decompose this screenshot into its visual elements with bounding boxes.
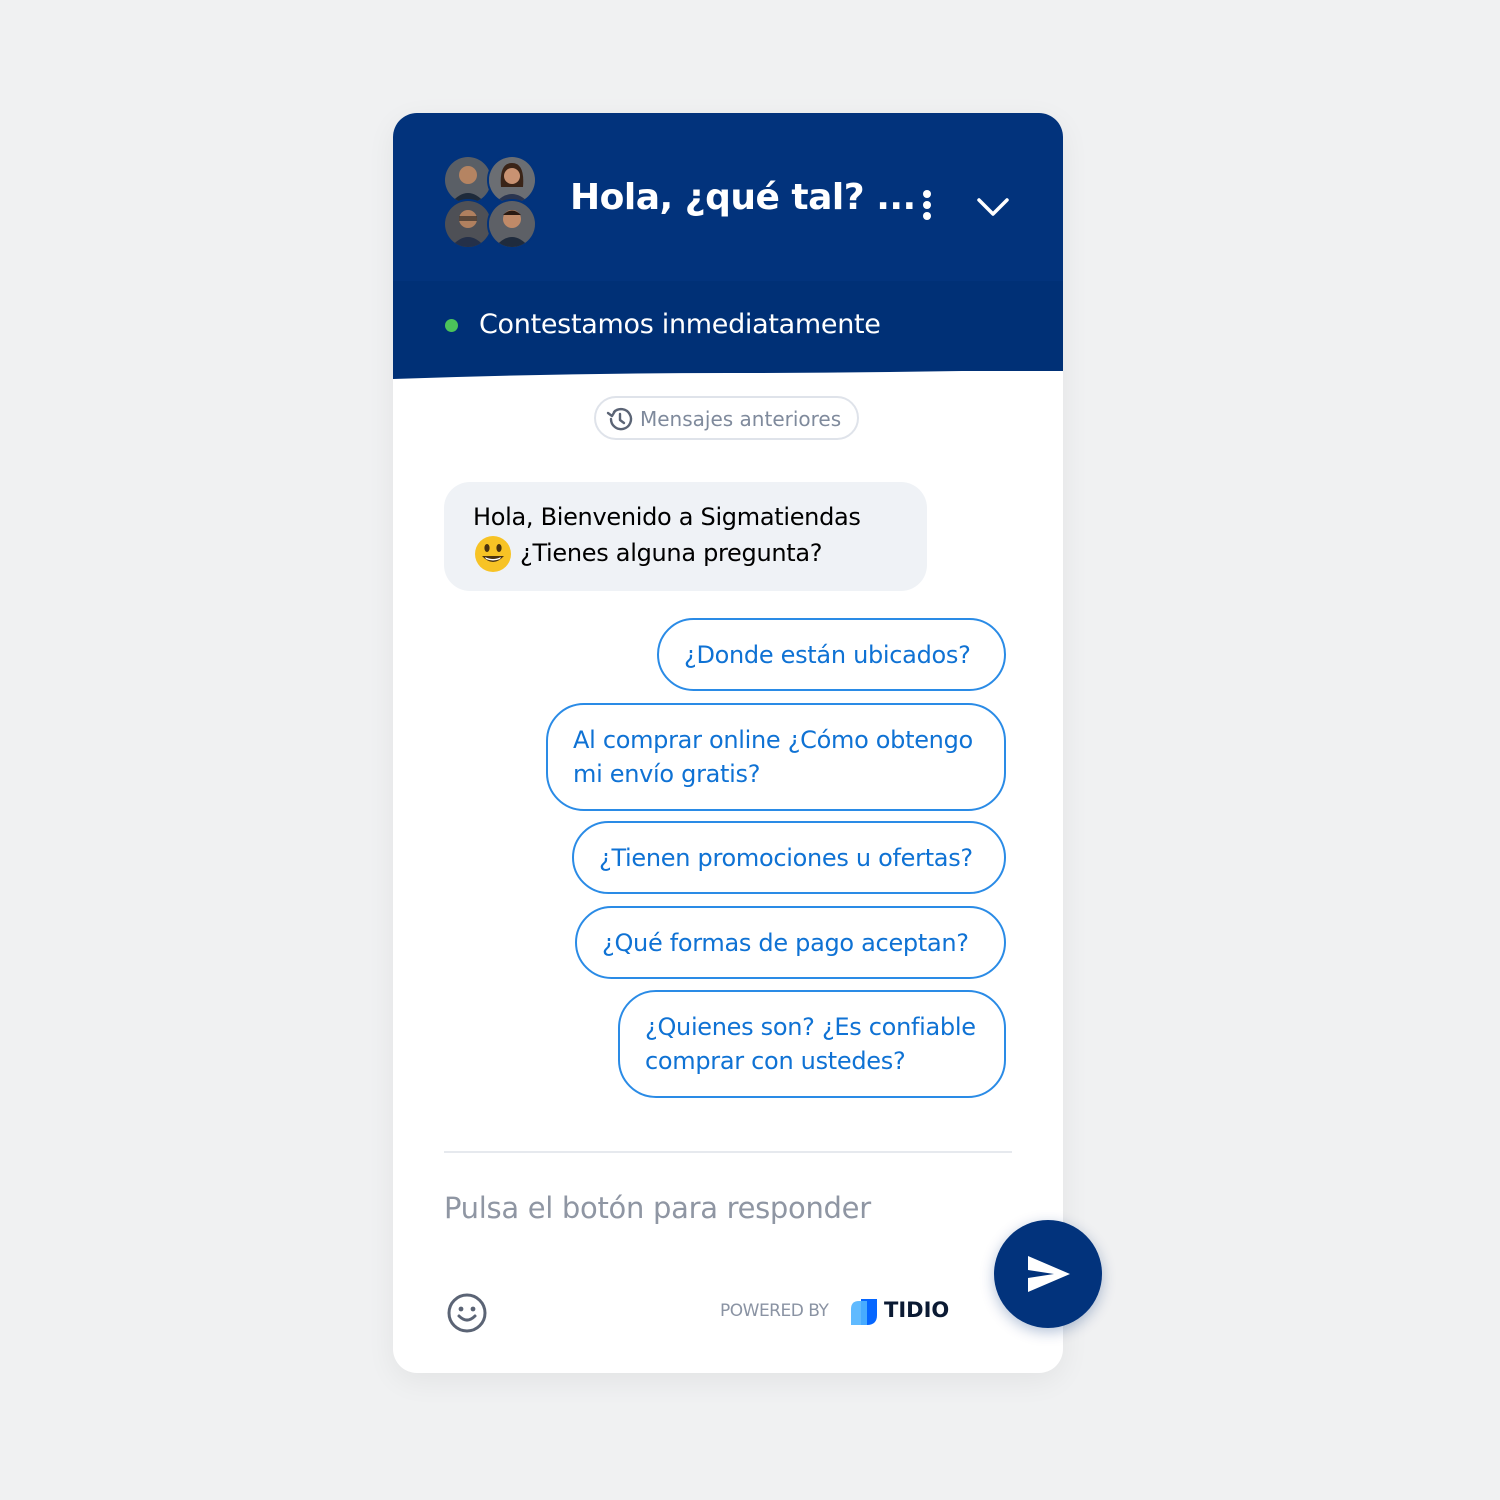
chevron-down-icon [977,198,1009,216]
chat-header: Hola, ¿qué tal? ... [393,113,1063,281]
smiley-emoji [475,536,511,572]
bot-message-line: ¿Tienes alguna pregunta? [520,539,823,567]
avatar [443,199,493,249]
status-bar: Contestamos inmediatamente [393,281,1063,371]
header-wave [393,365,1063,379]
avatar [487,199,537,249]
tidio-brand-name: TIDIO [884,1298,950,1322]
quick-reply-button[interactable]: ¿Qué formas de pago aceptan? [575,906,1006,979]
more-vertical-icon [923,190,931,198]
avatar [487,155,537,205]
bot-message-line: Hola, Bienvenido a Sigmatiendas [473,503,861,531]
emoji-icon [447,1293,487,1333]
more-options-button[interactable] [913,185,941,225]
powered-by-label: POWERED BY [720,1301,829,1321]
quick-reply-button[interactable]: ¿Quienes son? ¿Es confiable comprar con … [618,990,1006,1098]
operator-avatars [443,155,539,251]
chat-title: Hola, ¿qué tal? ... [570,177,916,218]
previous-messages-label: Mensajes anteriores [640,407,842,431]
composer-divider [444,1151,1012,1153]
emoji-button[interactable] [445,1291,489,1335]
quick-reply-button[interactable]: ¿Donde están ubicados? [657,618,1006,691]
status-text: Contestamos inmediatamente [479,309,881,340]
chat-widget: Hola, ¿qué tal? ... Contestamos inmediat… [393,113,1063,1373]
collapse-button[interactable] [973,191,1013,221]
quick-reply-button[interactable]: Al comprar online ¿Cómo obtengo mi envío… [546,703,1006,811]
online-status-dot [445,319,458,332]
quick-reply-button[interactable]: ¿Tienen promociones u ofertas? [572,821,1006,894]
send-button[interactable] [994,1220,1102,1328]
history-icon [606,407,633,431]
message-input[interactable]: Pulsa el botón para responder [444,1191,944,1225]
send-icon [1028,1256,1070,1292]
powered-by-link[interactable]: POWERED BY TIDIO [720,1297,950,1327]
bot-message-bubble: Hola, Bienvenido a Sigmatiendas ¿Tienes … [444,482,927,591]
previous-messages-button[interactable]: Mensajes anteriores [594,396,859,440]
avatar [443,155,493,205]
tidio-logo-icon [851,1299,877,1325]
